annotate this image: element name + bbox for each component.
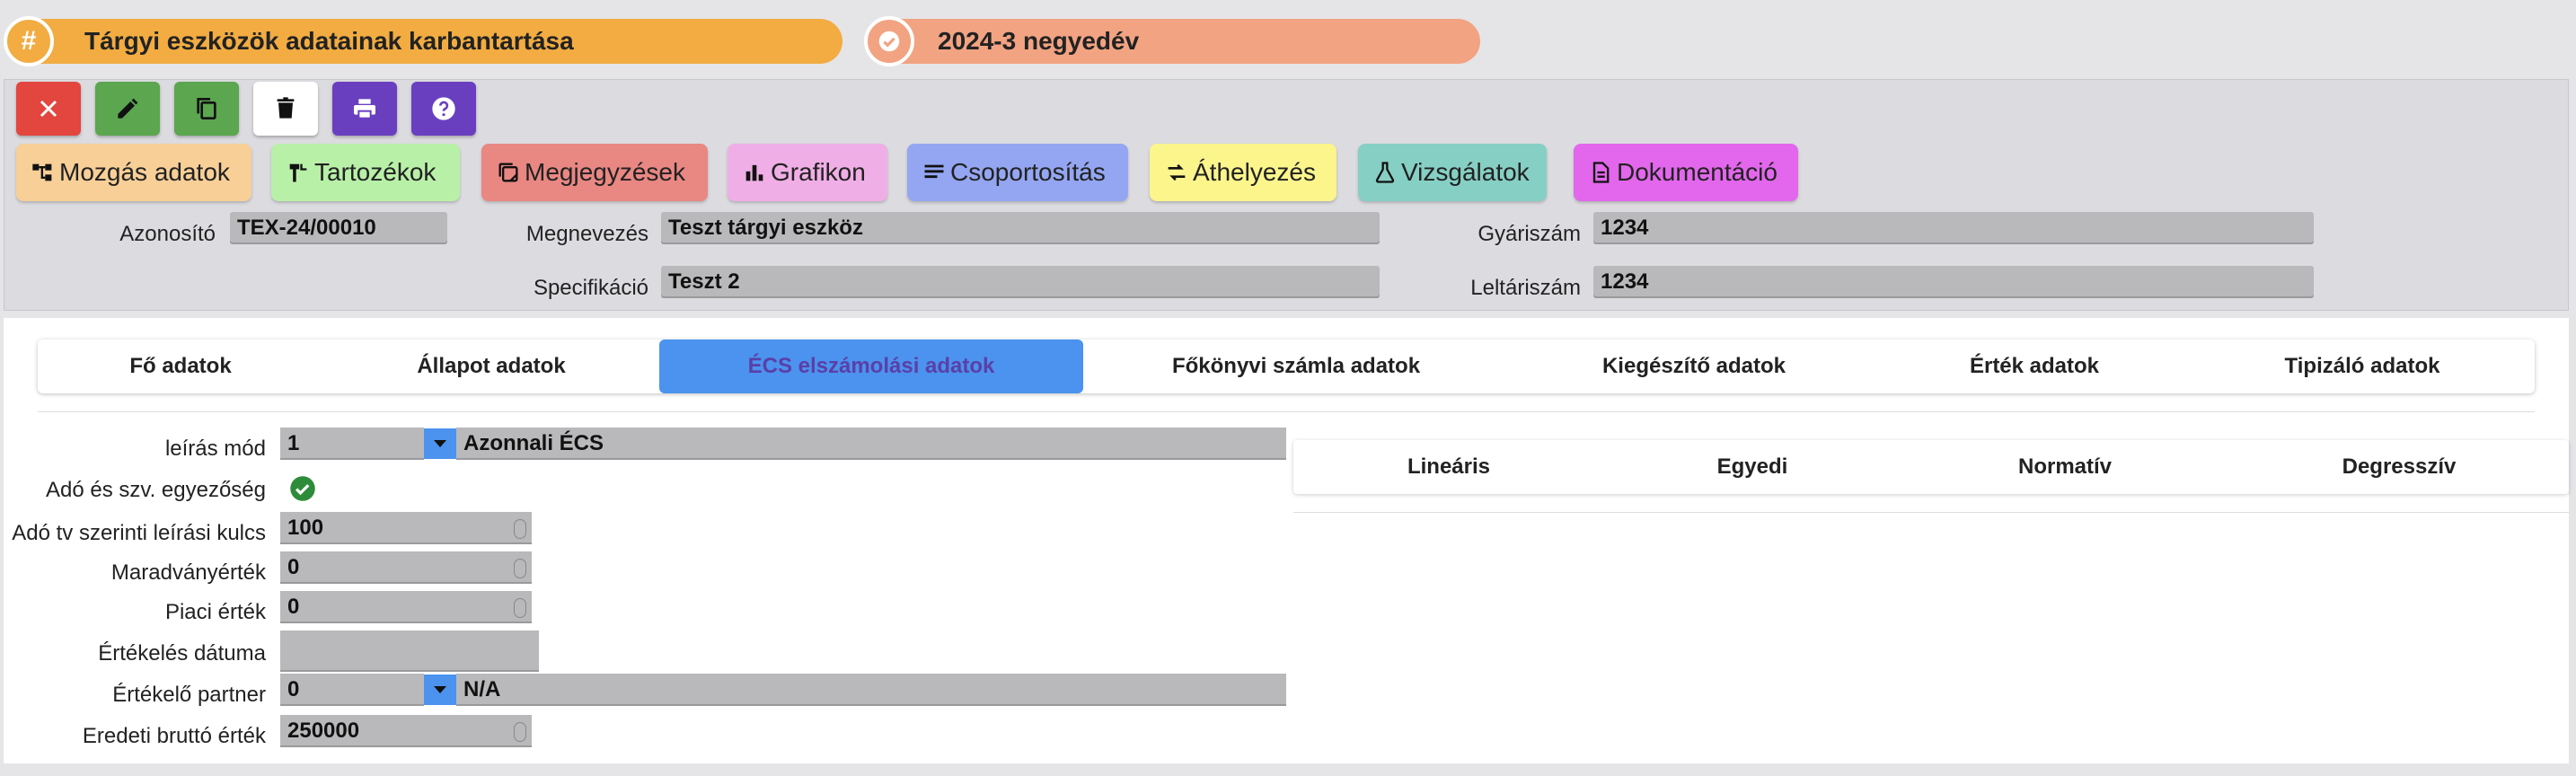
copy-button[interactable] (174, 82, 239, 136)
ertekeles-datum-label: Értékelés dátuma (98, 641, 266, 666)
inspections-button[interactable]: Vizsgálatok (1358, 144, 1547, 201)
inspections-label: Vizsgálatok (1401, 158, 1530, 186)
page-title: Tárgyi eszközök adatainak karbantartása (84, 27, 574, 55)
azonosito-field[interactable]: TEX-24/00010 (230, 212, 447, 244)
specifikacio-label: Specifikáció (533, 276, 648, 300)
close-button[interactable] (16, 82, 81, 136)
chevron-down-icon (434, 686, 446, 693)
subtab-degressziv[interactable]: Degresszív (2229, 440, 2569, 494)
ertekelo-partner-dropdown-button[interactable] (424, 675, 456, 705)
trash-icon (277, 97, 295, 119)
transfer-button[interactable]: Áthelyezés (1150, 144, 1337, 201)
gyariszam-field[interactable]: 1234 (1593, 212, 2314, 244)
print-icon (354, 99, 375, 119)
help-button[interactable] (411, 82, 476, 136)
megnevezes-label: Megnevezés (525, 222, 648, 246)
chart-button[interactable]: Grafikon (728, 144, 887, 201)
ertekeles-datum-input[interactable] (280, 630, 539, 672)
subtab-normativ[interactable]: Normatív (1901, 440, 2229, 494)
eredeti-brutto-input[interactable]: 250000 (280, 715, 532, 747)
hash-icon: # (4, 16, 54, 66)
stepper-icon[interactable] (514, 559, 526, 578)
documentation-button[interactable]: Dokumentáció (1574, 144, 1798, 201)
leltariszam-label: Leltáriszám (1470, 276, 1581, 300)
check-circle-icon[interactable] (289, 475, 316, 502)
documentation-label: Dokumentáció (1617, 158, 1778, 186)
grouping-label: Csoportosítás (950, 158, 1106, 186)
tab-fo-adatok[interactable]: Fő adatok (38, 340, 323, 393)
accessories-label: Tartozékok (314, 158, 437, 186)
notes-icon (498, 163, 518, 182)
tab-ecs-elszamolasi-adatok[interactable]: ÉCS elszámolási adatok (659, 340, 1083, 393)
copy-icon (197, 98, 216, 119)
chart-icon (745, 164, 763, 181)
ertekelo-partner-code[interactable]: 0 (280, 674, 424, 706)
tab-ertek-adatok[interactable]: Érték adatok (1879, 340, 2190, 393)
stepper-icon[interactable] (514, 722, 526, 742)
subtab-linearis[interactable]: Lineáris (1293, 440, 1604, 494)
period-label: 2024-3 negyedév (938, 27, 1140, 55)
chevron-down-icon (434, 440, 446, 447)
movement-data-label: Mozgás adatok (59, 158, 230, 186)
close-icon (40, 100, 57, 118)
movement-data-button[interactable]: Mozgás adatok (16, 144, 251, 201)
tab-allapot-adatok[interactable]: Állapot adatok (323, 340, 659, 393)
page-title-pill: # Tárgyi eszközök adatainak karbantartás… (4, 16, 842, 66)
maradvany-label: Maradványérték (110, 560, 266, 585)
piaci-input[interactable]: 0 (280, 591, 532, 623)
leltariszam-field[interactable]: 1234 (1593, 266, 2314, 298)
leiras-mod-code[interactable]: 1 (280, 428, 424, 460)
ado-szv-label: Adó és szv. egyezőség (45, 478, 266, 502)
transfer-label: Áthelyezés (1193, 158, 1316, 186)
list-icon (924, 164, 944, 179)
ertekelo-partner-text: N/A (456, 674, 1286, 706)
stepper-icon[interactable] (514, 519, 526, 539)
tools-icon (289, 163, 307, 182)
subtab-divider (1293, 512, 2569, 513)
gyariszam-label: Gyáriszám (1478, 222, 1581, 246)
movement-icon (32, 163, 52, 181)
specifikacio-field[interactable]: Teszt 2 (661, 266, 1380, 298)
azonosito-label: Azonosító (119, 222, 216, 246)
pencil-icon (118, 98, 138, 119)
print-button[interactable] (332, 82, 397, 136)
edit-button[interactable] (95, 82, 160, 136)
subtab-egyedi[interactable]: Egyedi (1604, 440, 1901, 494)
help-icon (432, 97, 455, 120)
piaci-value: 0 (287, 595, 300, 619)
ado-tv-label: Adó tv szerinti leírási kulcs (12, 521, 266, 545)
transfer-icon (1168, 163, 1186, 181)
ado-tv-value: 100 (287, 516, 324, 540)
piaci-label: Piaci érték (164, 600, 266, 624)
megnevezes-field[interactable]: Teszt tárgyi eszköz (661, 212, 1380, 244)
stepper-icon[interactable] (514, 598, 526, 618)
maradvany-input[interactable]: 0 (280, 551, 532, 584)
grouping-button[interactable]: Csoportosítás (907, 144, 1128, 201)
notes-label: Megjegyzések (525, 158, 685, 186)
eredeti-brutto-label: Eredeti bruttó érték (82, 724, 266, 748)
tab-divider (38, 411, 2535, 412)
notes-button[interactable]: Megjegyzések (481, 144, 708, 201)
accessories-button[interactable]: Tartozékok (271, 144, 460, 201)
period-pill: 2024-3 negyedév (864, 16, 1480, 66)
check-circle-icon (864, 16, 914, 66)
leiras-mod-text: Azonnali ÉCS (456, 428, 1286, 460)
ertekelo-partner-label: Értékelő partner (112, 683, 266, 707)
tab-tipizalo-adatok[interactable]: Tipizáló adatok (2190, 340, 2535, 393)
tab-fokonyvi-szamla-adatok[interactable]: Főkönyvi számla adatok (1083, 340, 1509, 393)
ado-tv-input[interactable]: 100 (280, 512, 532, 544)
eredeti-brutto-value: 250000 (287, 719, 360, 743)
leiras-mod-label: leírás mód (164, 436, 266, 461)
maradvany-value: 0 (287, 555, 300, 579)
chart-label: Grafikon (771, 158, 866, 186)
leiras-mod-dropdown-button[interactable] (424, 428, 456, 459)
flask-icon (1375, 162, 1395, 183)
document-icon (1592, 162, 1610, 183)
delete-button[interactable] (253, 82, 318, 136)
tab-kiegeszito-adatok[interactable]: Kiegészítő adatok (1509, 340, 1879, 393)
